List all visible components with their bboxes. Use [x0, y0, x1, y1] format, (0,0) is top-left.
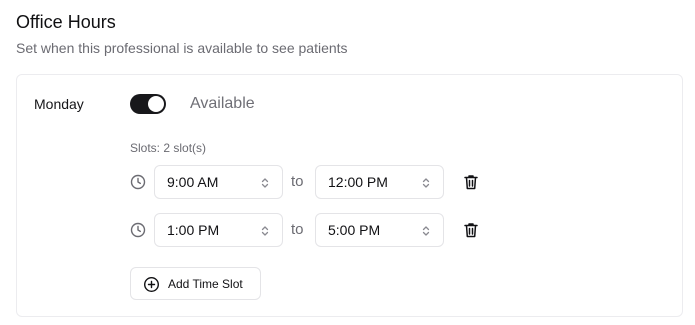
slot-separator: to — [291, 221, 304, 238]
slot-start-select[interactable]: 9:00 AM — [154, 165, 283, 199]
page-subtitle: Set when this professional is available … — [16, 40, 348, 56]
slot-end-value: 5:00 PM — [328, 222, 381, 238]
slot-separator: to — [291, 173, 304, 190]
time-slot-row: 1:00 PM to 5:00 PM — [130, 213, 490, 247]
clock-icon — [130, 174, 146, 190]
chevron-up-down-icon — [422, 226, 430, 236]
slot-end-select[interactable]: 12:00 PM — [315, 165, 444, 199]
chevron-up-down-icon — [261, 178, 269, 188]
availability-status: Available — [190, 95, 255, 112]
trash-icon[interactable] — [462, 221, 480, 239]
slot-end-select[interactable]: 5:00 PM — [315, 213, 444, 247]
page-title: Office Hours — [16, 12, 116, 32]
slot-end-value: 12:00 PM — [328, 174, 388, 190]
day-label: Monday — [34, 96, 84, 112]
trash-icon[interactable] — [462, 173, 480, 191]
chevron-up-down-icon — [261, 226, 269, 236]
add-time-slot-label: Add Time Slot — [168, 277, 243, 291]
time-slot-row: 9:00 AM to 12:00 PM — [130, 165, 490, 199]
clock-icon — [130, 222, 146, 238]
toggle-knob — [148, 96, 164, 112]
day-card-monday: Monday Available Slots: 2 slot(s) 9:00 A… — [16, 74, 683, 317]
slot-start-value: 1:00 PM — [167, 222, 220, 238]
chevron-up-down-icon — [422, 178, 430, 188]
availability-toggle[interactable] — [130, 94, 166, 114]
slot-start-value: 9:00 AM — [167, 174, 219, 190]
add-time-slot-button[interactable]: Add Time Slot — [130, 267, 261, 300]
slots-count: Slots: 2 slot(s) — [130, 141, 207, 155]
plus-circle-icon — [143, 276, 160, 293]
slot-start-select[interactable]: 1:00 PM — [154, 213, 283, 247]
